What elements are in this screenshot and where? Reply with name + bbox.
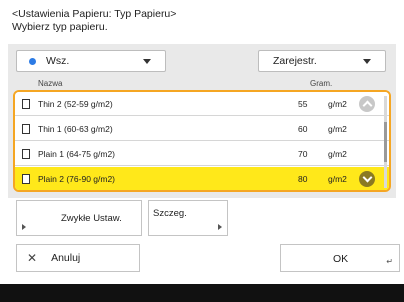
paper-name: Plain 2 (76-90 g/m2) [38, 173, 116, 184]
filter-dropdown-value: Wsz. [46, 55, 70, 67]
paper-unit: g/m2 [328, 123, 347, 134]
ok-label: OK [333, 253, 349, 265]
details-button[interactable]: Szczeg. [148, 200, 228, 236]
registered-dropdown[interactable]: Zarejestr. [258, 50, 386, 72]
paper-gram: 60 [298, 123, 308, 134]
scroll-down-icon[interactable] [359, 171, 375, 187]
list-item[interactable]: Thin 1 (60-63 g/m2) 60 g/m2 [15, 117, 389, 141]
paper-icon [22, 98, 30, 109]
paper-list: Thin 2 (52-59 g/m2) 55 g/m2 Thin 1 (60-6… [13, 90, 391, 192]
screen-instruction: Wybierz typ papieru. [12, 21, 108, 33]
paper-name: Thin 1 (60-63 g/m2) [38, 123, 113, 134]
details-label: Szczeg. [153, 208, 187, 219]
scroll-up-icon[interactable] [359, 96, 375, 112]
screen-title: <Ustawienia Papieru: Typ Papieru> [12, 8, 177, 20]
paper-name: Plain 1 (64-75 g/m2) [38, 148, 116, 159]
list-item-selected[interactable]: Plain 2 (76-90 g/m2) 80 g/m2 [15, 167, 389, 190]
arrow-right-icon [218, 224, 222, 230]
column-header-name: Nazwa [38, 79, 63, 88]
chevron-down-icon [363, 59, 371, 64]
common-settings-label: Zwykłe Ustaw. [61, 213, 122, 224]
paper-type-panel: Wsz. Zarejestr. Nazwa Gram. Thin 2 (52-5… [8, 44, 396, 198]
registered-dropdown-value: Zarejestr. [273, 55, 317, 67]
screen-header: <Ustawienia Papieru: Typ Papieru> Wybier… [12, 8, 176, 34]
paper-icon [22, 148, 30, 159]
paper-gram: 70 [298, 148, 308, 159]
column-header-gram: Gram. [310, 79, 333, 88]
paper-unit: g/m2 [328, 148, 347, 159]
status-bar [0, 284, 404, 302]
cancel-button[interactable]: ✕ Anuluj [16, 244, 140, 272]
common-settings-button[interactable]: Zwykłe Ustaw. [16, 200, 142, 236]
list-item[interactable]: Thin 2 (52-59 g/m2) 55 g/m2 [15, 92, 389, 116]
arrow-right-icon [22, 224, 26, 230]
close-icon: ✕ [27, 251, 38, 265]
return-icon: ↵ [386, 257, 393, 266]
paper-icon [22, 123, 30, 134]
list-item[interactable]: Plain 1 (64-75 g/m2) 70 g/m2 [15, 142, 389, 166]
scrollbar-thumb[interactable] [384, 122, 387, 162]
filter-dot-icon [29, 57, 36, 65]
ok-button[interactable]: OK ↵ [280, 244, 400, 272]
cancel-label: Anuluj [51, 252, 81, 264]
paper-name: Thin 2 (52-59 g/m2) [38, 98, 113, 109]
paper-icon [22, 173, 30, 184]
paper-gram: 55 [298, 98, 308, 109]
paper-gram: 80 [298, 173, 308, 184]
filter-dropdown[interactable]: Wsz. [16, 50, 166, 72]
chevron-down-icon [143, 59, 151, 64]
